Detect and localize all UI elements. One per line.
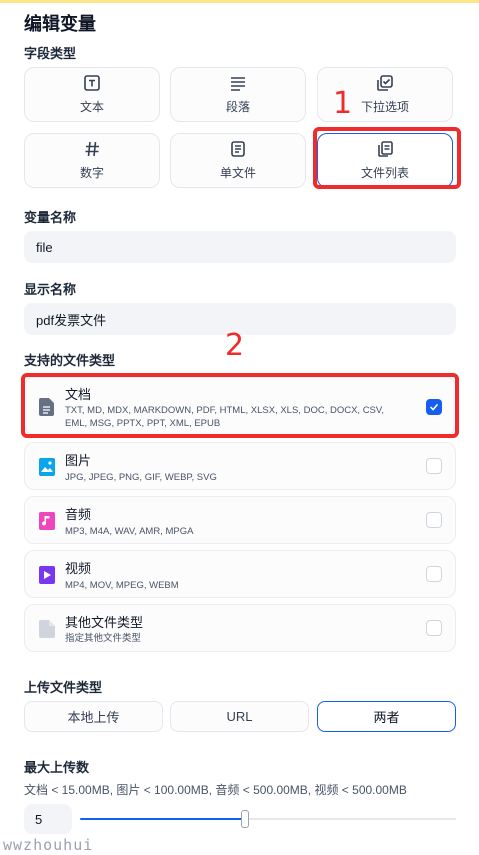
upload-local-button[interactable]: 本地上传 — [24, 701, 163, 732]
file-icon — [231, 141, 245, 157]
upload-both-button[interactable]: 两者 — [317, 701, 456, 732]
upload-type-label: 上传文件类型 — [24, 680, 103, 695]
upload-size-limits: 文档 < 15.00MB, 图片 < 100.00MB, 音频 < 500.00… — [24, 783, 407, 797]
file-type-video-name: 视频 — [65, 561, 92, 576]
field-type-single-file[interactable]: 单文件 — [170, 133, 306, 188]
paragraph-icon — [231, 77, 245, 91]
file-type-audio-checkbox[interactable] — [426, 512, 442, 528]
field-type-select-label: 下拉选项 — [360, 100, 409, 114]
field-type-paragraph-label: 段落 — [225, 100, 250, 114]
variable-name-label: 变量名称 — [24, 210, 77, 225]
page-title: 编辑变量 — [24, 14, 96, 34]
annotation-box-2 — [21, 373, 459, 438]
field-type-paragraph[interactable]: 段落 — [170, 67, 306, 122]
other-file-icon — [39, 620, 55, 638]
max-uploads-input[interactable]: 5 — [24, 804, 72, 834]
select-check-icon — [377, 75, 393, 91]
slider-thumb[interactable] — [241, 810, 249, 828]
text-box-icon — [84, 75, 100, 91]
file-type-other-name: 其他文件类型 — [65, 615, 144, 630]
file-type-audio-exts: MP3, M4A, WAV, AMR, MPGA — [65, 526, 194, 537]
file-type-other[interactable]: 其他文件类型 指定其他文件类型 — [24, 604, 456, 652]
file-type-audio-name: 音频 — [65, 507, 92, 522]
annotation-box-1 — [313, 127, 461, 189]
max-uploads-label: 最大上传数 — [24, 760, 90, 775]
file-type-video-checkbox[interactable] — [426, 566, 442, 582]
field-type-single-file-label: 单文件 — [219, 166, 256, 180]
file-type-other-checkbox[interactable] — [426, 620, 442, 636]
top-accent-line — [0, 0, 479, 3]
field-type-number[interactable]: 数字 — [24, 133, 160, 188]
annotation-number-2: 2 — [225, 328, 245, 363]
field-type-number-label: 数字 — [79, 166, 104, 180]
field-type-text-label: 文本 — [79, 100, 104, 114]
file-type-image-name: 图片 — [65, 453, 92, 468]
variable-name-input[interactable]: file — [24, 231, 456, 263]
file-type-other-exts: 指定其他文件类型 — [65, 633, 142, 644]
annotation-number-1: 1 — [333, 86, 353, 121]
audio-icon — [39, 512, 55, 530]
upload-url-button[interactable]: URL — [170, 701, 309, 732]
file-type-image[interactable]: 图片 JPG, JPEG, PNG, GIF, WEBP, SVG — [24, 442, 456, 490]
file-type-video[interactable]: 视频 MP4, MOV, MPEG, WEBM — [24, 550, 456, 598]
watermark-text: wwzhouhui — [3, 836, 94, 854]
slider-fill — [80, 818, 245, 820]
supported-types-label: 支持的文件类型 — [24, 353, 116, 368]
image-icon — [39, 458, 55, 476]
file-type-audio[interactable]: 音频 MP3, M4A, WAV, AMR, MPGA — [24, 496, 456, 544]
max-uploads-slider[interactable] — [80, 818, 456, 820]
field-type-text[interactable]: 文本 — [24, 67, 160, 122]
file-type-image-checkbox[interactable] — [426, 458, 442, 474]
file-type-image-exts: JPG, JPEG, PNG, GIF, WEBP, SVG — [65, 472, 217, 483]
video-icon — [39, 566, 55, 584]
file-type-video-exts: MP4, MOV, MPEG, WEBM — [65, 580, 179, 591]
hash-icon — [85, 141, 99, 157]
display-name-label: 显示名称 — [24, 282, 77, 297]
field-type-label: 字段类型 — [24, 46, 77, 61]
